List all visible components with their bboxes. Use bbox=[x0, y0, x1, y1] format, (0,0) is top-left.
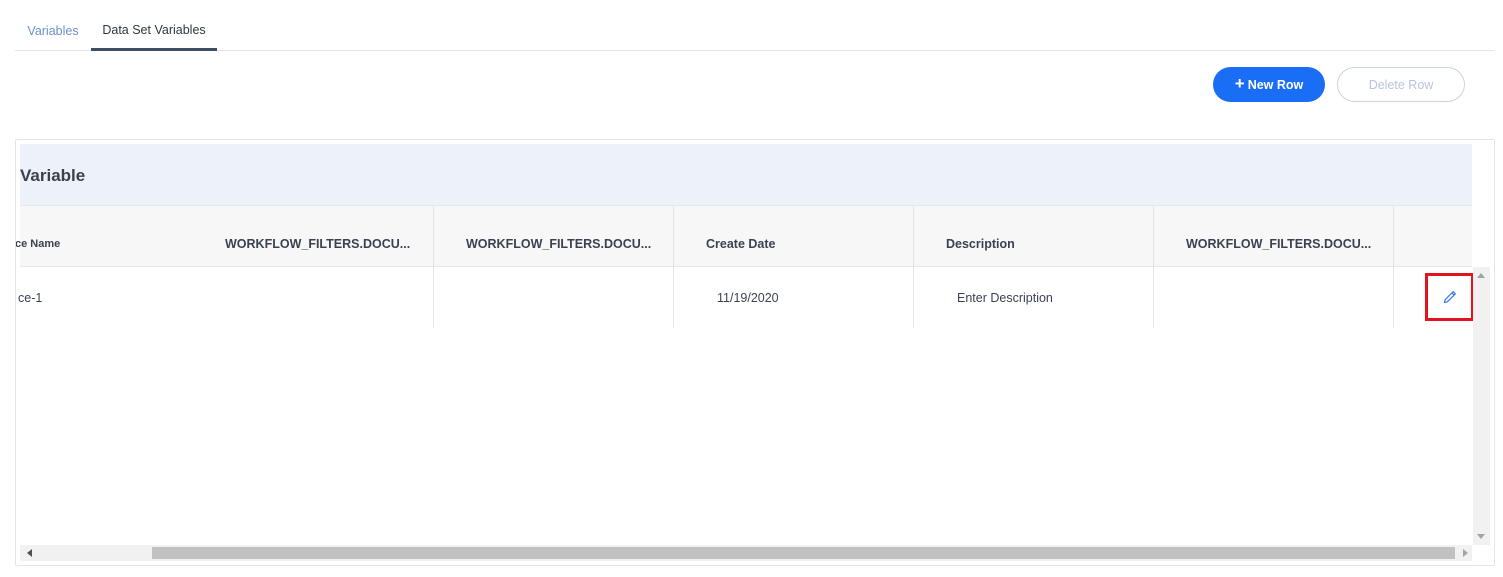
cell-create-date: 11/19/2020 bbox=[717, 290, 779, 305]
scroll-up-arrow-icon[interactable] bbox=[1477, 273, 1485, 278]
vertical-scrollbar[interactable] bbox=[1473, 267, 1490, 545]
column-divider bbox=[673, 206, 674, 267]
column-divider bbox=[433, 267, 434, 328]
column-divider bbox=[1153, 206, 1154, 267]
column-divider bbox=[913, 206, 914, 267]
cell-name: ce-1 bbox=[18, 290, 43, 305]
delete-row-label: Delete Row bbox=[1368, 77, 1434, 92]
delete-row-button[interactable]: Delete Row bbox=[1337, 67, 1465, 102]
plus-icon: + bbox=[1234, 74, 1245, 93]
pencil-edit-icon bbox=[1443, 291, 1456, 304]
horizontal-scrollbar[interactable] bbox=[20, 545, 1472, 561]
column-divider bbox=[433, 206, 434, 267]
panel-title-bar: Variable bbox=[20, 144, 1472, 205]
column-divider bbox=[673, 267, 674, 328]
tab-data-set-variables[interactable]: Data Set Variables bbox=[91, 0, 217, 51]
table-header-row: ce Name WORKFLOW_FILTERS.DOCU... WORKFLO… bbox=[16, 205, 1472, 267]
column-divider bbox=[1393, 206, 1394, 267]
column-header-workflow-filters-1[interactable]: WORKFLOW_FILTERS.DOCU... bbox=[225, 206, 410, 267]
variable-table-panel: Variable ce Name WORKFLOW_FILTERS.DOCU..… bbox=[15, 139, 1495, 566]
column-header-description[interactable]: Description bbox=[946, 206, 1015, 267]
panel-title: Variable bbox=[20, 166, 86, 185]
edit-row-button[interactable] bbox=[1425, 273, 1474, 321]
column-header-create-date[interactable]: Create Date bbox=[706, 206, 775, 267]
column-divider bbox=[913, 267, 914, 328]
scroll-right-arrow-icon[interactable] bbox=[1463, 549, 1468, 557]
horizontal-scroll-thumb[interactable] bbox=[152, 547, 1455, 559]
new-row-button[interactable]: + New Row bbox=[1213, 67, 1325, 102]
column-divider bbox=[1153, 267, 1154, 328]
table-row[interactable]: ce-1 11/19/2020 Enter Description bbox=[18, 267, 1474, 328]
scroll-down-arrow-icon[interactable] bbox=[1477, 534, 1485, 539]
tab-variables[interactable]: Variables bbox=[15, 0, 91, 50]
scroll-left-arrow-icon[interactable] bbox=[27, 549, 32, 557]
column-divider bbox=[1393, 267, 1394, 328]
tab-bar: Variables Data Set Variables bbox=[15, 0, 1495, 51]
column-header-name[interactable]: ce Name bbox=[16, 206, 60, 267]
column-header-workflow-filters-3[interactable]: WORKFLOW_FILTERS.DOCU... bbox=[1186, 206, 1371, 267]
new-row-label: New Row bbox=[1247, 77, 1304, 92]
column-header-workflow-filters-2[interactable]: WORKFLOW_FILTERS.DOCU... bbox=[466, 206, 651, 267]
cell-description[interactable]: Enter Description bbox=[957, 267, 1053, 328]
